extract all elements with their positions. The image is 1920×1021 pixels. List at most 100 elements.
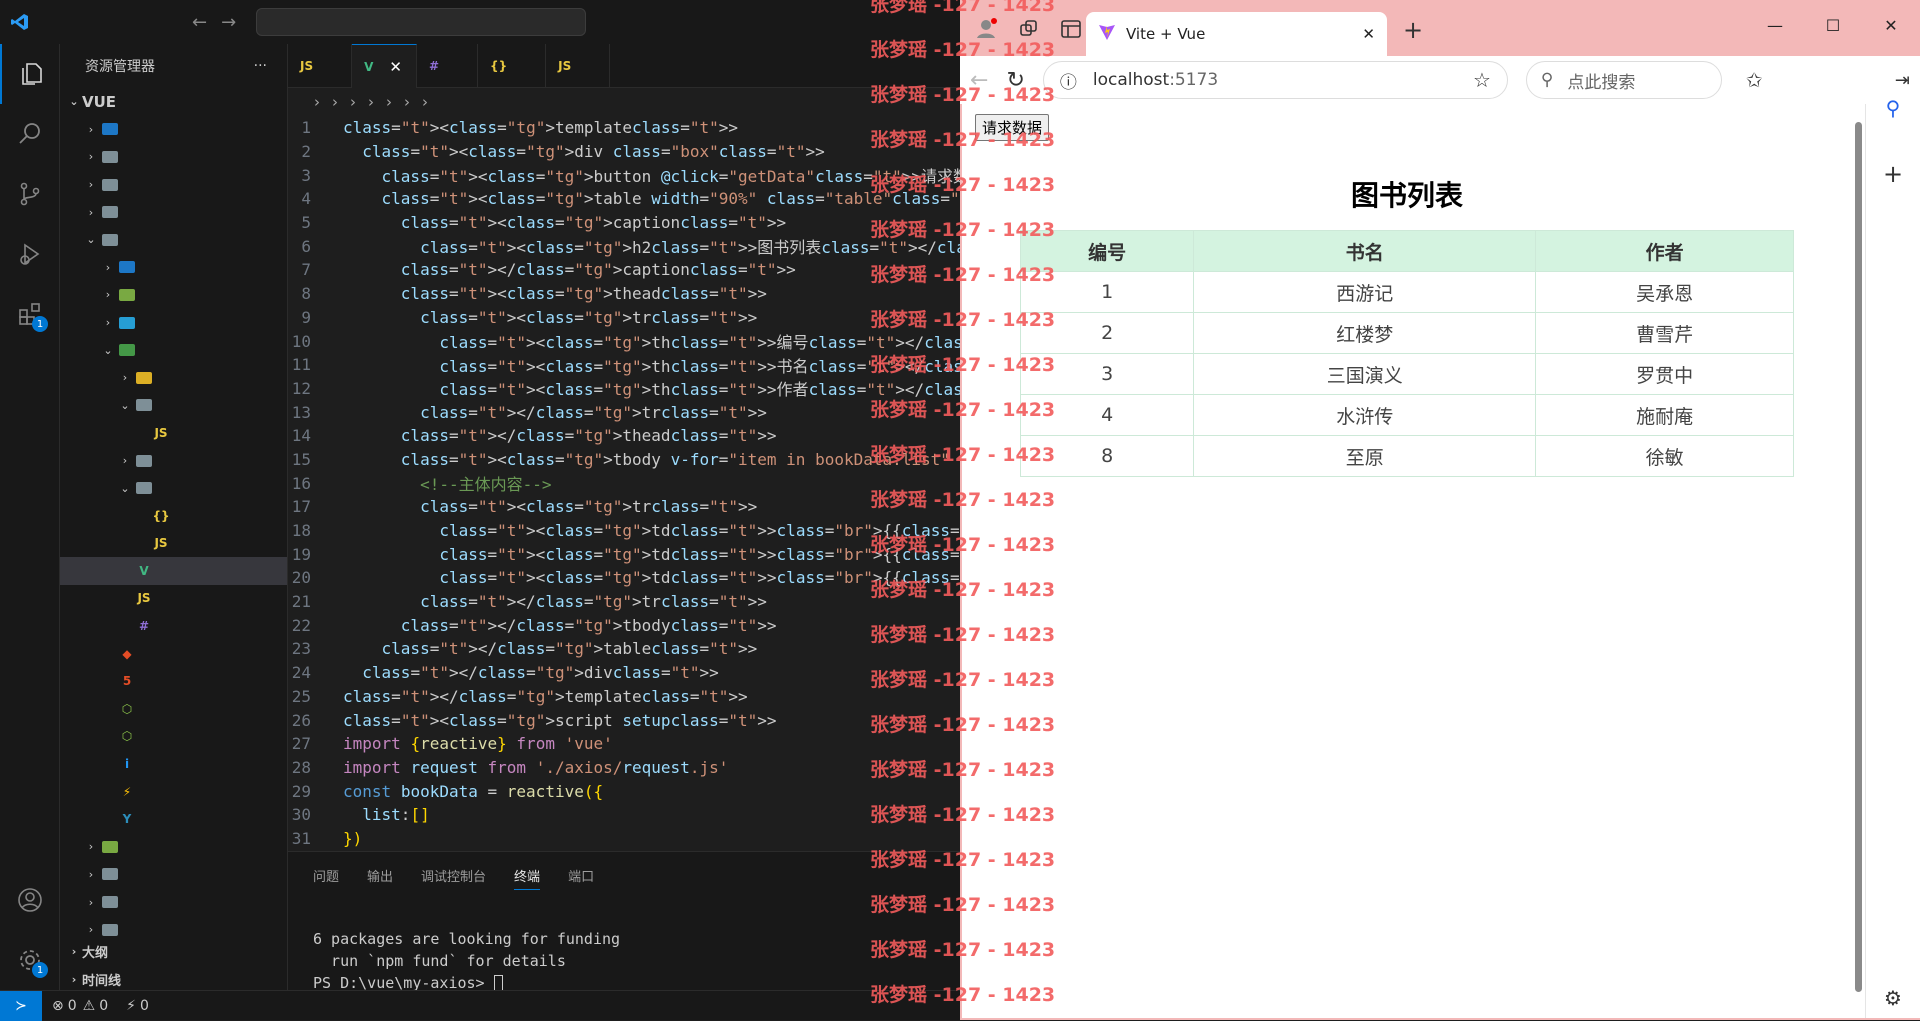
tree-item[interactable]: # <box>60 612 287 640</box>
tree-item[interactable]: JS <box>60 530 287 558</box>
sidebar-toggle-icon[interactable]: ⇥ <box>1895 70 1910 91</box>
sidebar-add-icon[interactable]: + <box>1866 160 1920 188</box>
tree-item[interactable]: › <box>60 309 287 337</box>
refresh-icon[interactable]: ↻ <box>1006 68 1024 93</box>
outline-section[interactable]: › 大纲 <box>60 938 287 966</box>
timeline-section[interactable]: › 时间线 <box>60 966 287 990</box>
workspaces-icon[interactable] <box>1018 18 1040 44</box>
tree-item[interactable]: ◆ <box>60 640 287 668</box>
book-table: 图书列表 编号 书名 作者 1 西游记 吴承恩 2 红楼梦 曹雪芹 3 三国演义 罗贯中 4 水浒传 施耐… <box>1019 164 1794 477</box>
errors-icon[interactable]: ⊗ <box>52 998 64 1014</box>
code-editor[interactable]: 1 class="t"><class="tg">templateclass="t"… <box>288 116 960 851</box>
panel-tab[interactable]: 输出 <box>367 866 393 890</box>
tree-item[interactable]: › <box>60 198 287 226</box>
tree-item[interactable]: › <box>60 281 287 309</box>
favorite-star-icon[interactable]: ☆ <box>1473 68 1491 92</box>
tree-item[interactable]: › <box>60 364 287 392</box>
tree-item[interactable]: JS <box>60 419 287 447</box>
site-info-icon[interactable]: ⓘ <box>1060 68 1077 93</box>
tree-item[interactable]: ⚡ <box>60 778 287 806</box>
editor-tab[interactable]: JS <box>546 44 611 88</box>
folder-open-icon <box>133 482 155 495</box>
search-box[interactable]: ⚲ 点此搜索 <box>1525 61 1722 99</box>
code-line: 27 import {reactive} from 'vue' <box>288 732 960 756</box>
more-actions-icon[interactable]: ··· <box>254 58 267 74</box>
maximize-icon[interactable]: ☐ <box>1804 0 1862 50</box>
tree-root[interactable]: ⌄ VUE <box>60 88 287 116</box>
tree-item[interactable]: {} <box>60 502 287 530</box>
tree-item[interactable]: ⬡ <box>60 723 287 751</box>
editor-tab[interactable]: JS <box>288 44 353 88</box>
run-debug-icon[interactable] <box>0 224 60 284</box>
minimize-icon[interactable]: — <box>1746 0 1804 50</box>
tree-item[interactable]: i <box>60 750 287 778</box>
vite-logo-icon <box>1098 23 1116 45</box>
line-number: 25 <box>291 686 311 706</box>
extensions-icon[interactable]: 1 <box>0 284 60 344</box>
vertical-tabs-icon[interactable] <box>1060 18 1082 44</box>
tree-item[interactable]: V <box>60 557 287 585</box>
close-tab-icon[interactable]: ✕ <box>1362 25 1375 43</box>
tree-item[interactable]: ⌄ <box>60 336 287 364</box>
panel-tab[interactable]: 终端 <box>514 866 541 890</box>
tree-item[interactable]: › <box>60 143 287 171</box>
chevron-right-icon: › <box>105 288 111 302</box>
back-arrow-icon[interactable]: ← <box>192 12 207 33</box>
close-icon[interactable]: ✕ <box>389 58 402 76</box>
panel-tab[interactable]: 问题 <box>313 866 339 890</box>
request-data-button[interactable]: 请求数据 <box>975 114 1050 141</box>
node-folder-icon <box>99 840 121 853</box>
code-text: class="t"></class="tg">trclass="t">> <box>420 402 767 422</box>
settings-gear-icon[interactable]: 1 <box>0 930 60 990</box>
chevron-right-icon: › <box>88 895 94 909</box>
tree-item[interactable]: › <box>60 861 287 889</box>
tree-item[interactable]: › <box>60 254 287 282</box>
source-control-icon[interactable] <box>0 164 60 224</box>
editor-tab[interactable]: # <box>417 44 479 88</box>
browser-tab-active[interactable]: Vite + Vue ✕ <box>1086 12 1387 56</box>
account-icon[interactable] <box>0 870 60 930</box>
tree-item[interactable]: › <box>60 116 287 144</box>
settings-badge: 1 <box>32 962 48 978</box>
warning-icon[interactable]: ⚠ <box>83 998 96 1014</box>
tree-item[interactable]: ⌄ <box>60 392 287 420</box>
editor-tab[interactable]: V ✕ <box>352 44 417 88</box>
tree-item[interactable]: ⌄ <box>60 474 287 502</box>
tree-item[interactable]: › <box>60 833 287 861</box>
table-cell: 红楼梦 <box>1193 312 1537 354</box>
tree-item[interactable]: › <box>60 171 287 199</box>
panel-tab[interactable]: 端口 <box>568 866 594 890</box>
ports-icon[interactable]: ⚡ <box>126 998 136 1014</box>
chevron-right-icon: › <box>122 371 128 385</box>
line-number: 16 <box>291 473 311 493</box>
remote-icon[interactable]: ≻ <box>0 990 42 1021</box>
code-text: <!--主体内容--> <box>343 475 552 495</box>
sidebar-search-icon[interactable]: ⚲ <box>1866 96 1920 120</box>
code-line: 18 class="t"><class="tg">tdclass="t">>cl… <box>288 519 960 543</box>
tree-item[interactable]: Y <box>60 805 287 833</box>
page-scrollbar[interactable] <box>1853 104 1863 1018</box>
code-text: class="t"><class="tg">theadclass="t">> <box>400 284 767 304</box>
back-icon[interactable]: ← <box>970 68 988 93</box>
terminal-output[interactable]: 6 packages are looking for funding run `… <box>313 928 620 994</box>
sidebar-settings-icon[interactable]: ⚙ <box>1866 986 1920 1010</box>
command-center[interactable] <box>256 8 587 36</box>
profile-icon[interactable] <box>974 16 998 44</box>
tree-item[interactable]: › <box>60 447 287 475</box>
forward-arrow-icon[interactable]: → <box>221 12 236 33</box>
favorites-icon[interactable]: ✩ <box>1746 68 1763 92</box>
search-icon[interactable] <box>0 104 60 164</box>
close-window-icon[interactable]: ✕ <box>1862 0 1920 50</box>
tree-item[interactable]: ⌄ <box>60 226 287 254</box>
line-number: 4 <box>301 189 311 209</box>
tree-item[interactable]: › <box>60 888 287 916</box>
new-tab-icon[interactable]: + <box>1403 16 1423 44</box>
tree-item[interactable]: 5 <box>60 667 287 695</box>
editor-tab[interactable]: {} <box>478 44 547 88</box>
folder-open-icon <box>99 233 121 246</box>
tree-item[interactable]: ⬡ <box>60 695 287 723</box>
address-bar[interactable]: ⓘ localhost:5173 ☆ <box>1042 61 1508 99</box>
explorer-icon[interactable] <box>0 44 60 104</box>
panel-tab[interactable]: 调试控制台 <box>421 866 486 890</box>
tree-item[interactable]: JS <box>60 585 287 613</box>
